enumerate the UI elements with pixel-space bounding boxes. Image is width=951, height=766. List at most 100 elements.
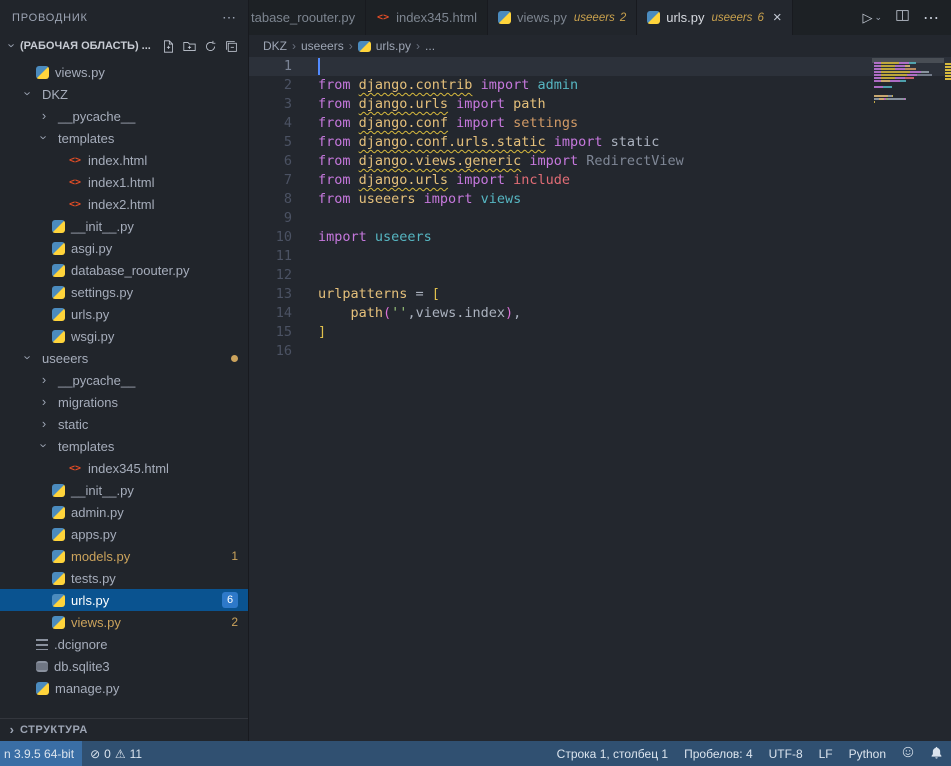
workspace-section-header[interactable]: › (РАБОЧАЯ ОБЛАСТЬ) ... xyxy=(0,35,248,57)
tree-item-index345.html[interactable]: <>index345.html xyxy=(0,457,248,479)
tree-item-views.py[interactable]: views.py xyxy=(0,61,248,83)
tree-item-manage.py[interactable]: manage.py xyxy=(0,677,248,699)
tree-folder-useeers[interactable]: ›useeers xyxy=(0,347,248,369)
code-line[interactable]: 10import useeers xyxy=(249,228,951,247)
code-line[interactable]: 7from django.urls import include xyxy=(249,171,951,190)
code-line[interactable]: 11 xyxy=(249,247,951,266)
line-number[interactable]: 1 xyxy=(249,57,292,76)
line-number[interactable]: 15 xyxy=(249,323,292,342)
tree-item-__init__.py[interactable]: __init__.py xyxy=(0,215,248,237)
code-line[interactable]: 12 xyxy=(249,266,951,285)
code-line[interactable]: 3from django.urls import path xyxy=(249,95,951,114)
tree-item-asgi.py[interactable]: asgi.py xyxy=(0,237,248,259)
breadcrumb-separator: › xyxy=(349,39,353,53)
line-number[interactable]: 9 xyxy=(249,209,292,228)
tree-folder-__pycache__[interactable]: ›__pycache__ xyxy=(0,369,248,391)
language-mode-status[interactable]: Python xyxy=(841,741,894,766)
tree-item-views.py[interactable]: views.py2 xyxy=(0,611,248,633)
status-bar: n 3.9.5 64-bit ⊘ 0 ⚠ 11 Строка 1, столбе… xyxy=(0,741,951,766)
tree-item-apps.py[interactable]: apps.py xyxy=(0,523,248,545)
tree-item-urls.py[interactable]: urls.py6 xyxy=(0,589,248,611)
breadcrumb-item[interactable]: DKZ xyxy=(263,39,287,53)
code-line[interactable]: 13urlpatterns = [ xyxy=(249,285,951,304)
code-line[interactable]: 16 xyxy=(249,342,951,361)
tree-item-db.sqlite3[interactable]: db.sqlite3 xyxy=(0,655,248,677)
line-number[interactable]: 16 xyxy=(249,342,292,361)
minimap-line xyxy=(874,65,942,67)
run-button[interactable]: ▷ ⌄ xyxy=(862,10,882,26)
new-folder-button[interactable] xyxy=(183,40,196,53)
line-number[interactable]: 6 xyxy=(249,152,292,171)
tree-item-__init__.py[interactable]: __init__.py xyxy=(0,479,248,501)
tree-item-settings.py[interactable]: settings.py xyxy=(0,281,248,303)
explorer-more-actions-icon[interactable]: ⋯ xyxy=(222,9,236,26)
tree-item-index2.html[interactable]: <>index2.html xyxy=(0,193,248,215)
minimap[interactable] xyxy=(874,59,942,107)
tree-folder-__pycache__[interactable]: ›__pycache__ xyxy=(0,105,248,127)
tree-folder-migrations[interactable]: ›migrations xyxy=(0,391,248,413)
minimap-line xyxy=(874,74,942,76)
tree-folder-static[interactable]: ›static xyxy=(0,413,248,435)
line-number[interactable]: 12 xyxy=(249,266,292,285)
tree-item-urls.py[interactable]: urls.py xyxy=(0,303,248,325)
code-editor[interactable]: 12from django.contrib import admin3from … xyxy=(249,57,951,741)
tree-item-models.py[interactable]: models.py1 xyxy=(0,545,248,567)
tree-item-index1.html[interactable]: <>index1.html xyxy=(0,171,248,193)
tab-index345[interactable]: <> index345.html xyxy=(366,0,488,35)
chevron-down-icon: › xyxy=(5,37,20,53)
tree-item-.dcignore[interactable]: .dcignore xyxy=(0,633,248,655)
new-file-button[interactable] xyxy=(162,40,175,53)
line-number[interactable]: 14 xyxy=(249,304,292,323)
code-line[interactable]: 9 xyxy=(249,209,951,228)
more-actions-icon[interactable]: ⋯ xyxy=(923,8,939,28)
notifications-button[interactable] xyxy=(922,741,951,766)
line-number[interactable]: 8 xyxy=(249,190,292,209)
breadcrumb-item[interactable]: urls.py xyxy=(376,39,411,53)
encoding-status[interactable]: UTF-8 xyxy=(761,741,811,766)
tree-folder-templates[interactable]: ›templates xyxy=(0,127,248,149)
line-number[interactable]: 4 xyxy=(249,114,292,133)
code-line[interactable]: 8from useeers import views xyxy=(249,190,951,209)
indentation-status[interactable]: Пробелов: 4 xyxy=(676,741,761,766)
tab-database-roouter[interactable]: tabase_roouter.py xyxy=(249,0,366,35)
refresh-button[interactable] xyxy=(204,40,217,53)
line-number[interactable]: 3 xyxy=(249,95,292,114)
python-version-status[interactable]: n 3.9.5 64-bit xyxy=(0,741,82,766)
eol-status[interactable]: LF xyxy=(811,741,841,766)
tab-views[interactable]: views.py useeers 2 xyxy=(488,0,637,35)
outline-section-header[interactable]: › СТРУКТУРА xyxy=(0,718,248,741)
line-number[interactable]: 7 xyxy=(249,171,292,190)
line-number[interactable]: 10 xyxy=(249,228,292,247)
collapse-all-button[interactable] xyxy=(225,40,238,53)
tree-folder-DKZ[interactable]: ›DKZ xyxy=(0,83,248,105)
tree-item-database_roouter.py[interactable]: database_roouter.py xyxy=(0,259,248,281)
tree-item-admin.py[interactable]: admin.py xyxy=(0,501,248,523)
breadcrumb-item[interactable]: useeers xyxy=(301,39,344,53)
line-number[interactable]: 2 xyxy=(249,76,292,95)
tab-urls[interactable]: urls.py useeers 6 × xyxy=(637,0,792,35)
warning-tick xyxy=(945,69,951,71)
tree-item-wsgi.py[interactable]: wsgi.py xyxy=(0,325,248,347)
code-line[interactable]: 6from django.views.generic import Redire… xyxy=(249,152,951,171)
tree-item-index.html[interactable]: <>index.html xyxy=(0,149,248,171)
code-line[interactable]: 1 xyxy=(249,57,951,76)
cursor-position-status[interactable]: Строка 1, столбец 1 xyxy=(549,741,676,766)
code-line[interactable]: 14 path('',views.index), xyxy=(249,304,951,323)
code-line[interactable]: 4from django.conf import settings xyxy=(249,114,951,133)
code-line[interactable]: 15] xyxy=(249,323,951,342)
line-number[interactable]: 11 xyxy=(249,247,292,266)
tree-item-tests.py[interactable]: tests.py xyxy=(0,567,248,589)
feedback-button[interactable] xyxy=(894,741,922,766)
line-number[interactable]: 13 xyxy=(249,285,292,304)
breadcrumb-item[interactable]: ... xyxy=(425,39,435,53)
tree-folder-templates[interactable]: ›templates xyxy=(0,435,248,457)
split-editor-button[interactable] xyxy=(896,9,909,27)
code-line[interactable]: 2from django.contrib import admin xyxy=(249,76,951,95)
problems-status[interactable]: ⊘ 0 ⚠ 11 xyxy=(82,741,150,766)
line-text xyxy=(292,342,318,361)
code-line[interactable]: 5from django.conf.urls.static import sta… xyxy=(249,133,951,152)
line-number[interactable]: 5 xyxy=(249,133,292,152)
line-text: from django.urls import path xyxy=(292,95,546,114)
close-icon[interactable]: × xyxy=(773,10,782,25)
overview-ruler[interactable] xyxy=(945,57,951,741)
